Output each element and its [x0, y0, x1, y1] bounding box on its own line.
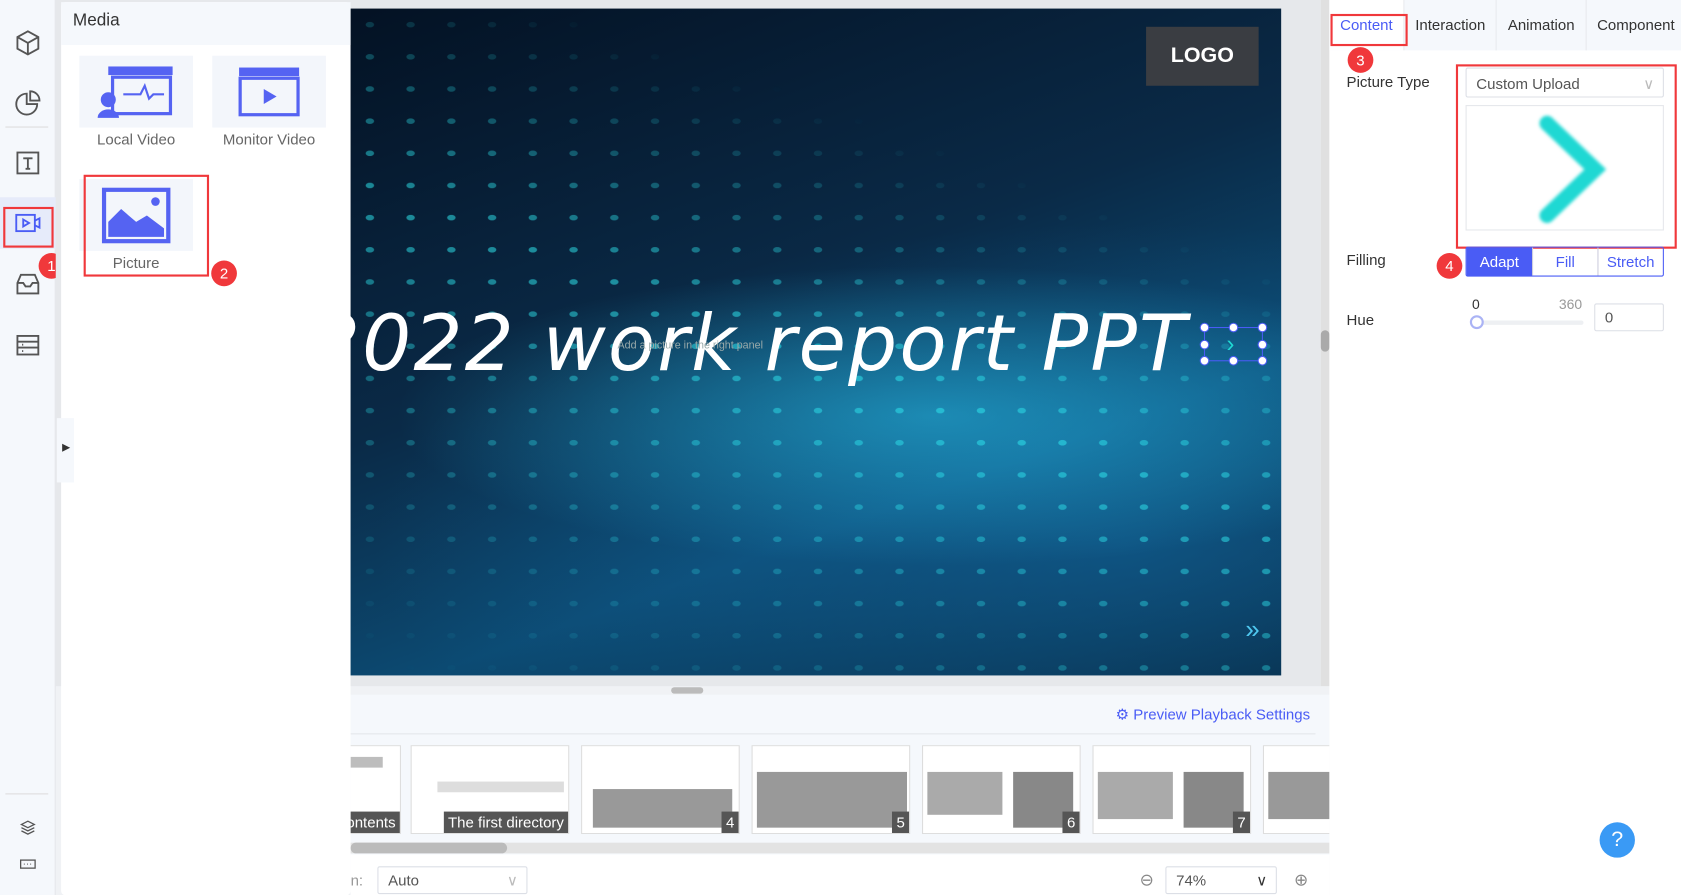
- slide-thumbnail[interactable]: 5: [751, 745, 911, 835]
- hue-input-value: 0: [1604, 308, 1614, 326]
- slide-thumbnail[interactable]: 4: [581, 745, 740, 835]
- slide-thumbnail[interactable]: 7: [1092, 745, 1252, 835]
- filling-adapt[interactable]: Adapt: [1466, 247, 1533, 276]
- editor: 1 2022 work report PPT Add a picture in …: [0, 0, 1681, 895]
- logo-box[interactable]: LOGO: [1146, 26, 1259, 86]
- pie-chart-icon: [15, 90, 41, 116]
- chart-tool[interactable]: [0, 77, 56, 128]
- preview-settings-label: Preview Playback Settings: [1133, 705, 1311, 723]
- thumbnail-label: The first directory: [443, 811, 569, 834]
- annotation-box-3: [1330, 13, 1408, 47]
- zoom-select[interactable]: 74% ∨: [1165, 866, 1277, 895]
- filling-segmented-control: Adapt Fill Stretch: [1465, 246, 1664, 277]
- thumbnail-label: 5: [892, 811, 910, 834]
- text-icon: [16, 151, 40, 175]
- selected-picture[interactable]: ›: [1199, 322, 1268, 366]
- picture-type-label: Picture Type: [1346, 72, 1430, 91]
- thumbnail-label: ontents: [350, 811, 400, 834]
- mode-value: Auto: [388, 871, 419, 889]
- picture-placeholder-hint: Add a picture in the right panel: [617, 339, 763, 352]
- thumbnail-scrollbar[interactable]: [350, 842, 1330, 854]
- media-item-local-video[interactable]: Local Video: [79, 55, 193, 148]
- slide-thumbnail[interactable]: The first directory: [410, 745, 570, 835]
- annotation-box-1: [3, 206, 54, 248]
- chevron-right-icon: ›: [1226, 330, 1235, 358]
- thumbnail-label: 6: [1062, 811, 1080, 834]
- left-toolbar: 1: [0, 0, 65, 895]
- thumbnail-panel: ⚙ Preview Playback Settings ontents The …: [350, 694, 1330, 895]
- list-icon: [16, 334, 40, 356]
- caret-right-icon: ▶: [62, 441, 71, 454]
- annotation-box-3b: [1455, 64, 1677, 249]
- zoom-value: 74%: [1176, 871, 1207, 889]
- cube-icon: [16, 30, 40, 56]
- thumbnail-label: 7: [1233, 811, 1251, 834]
- annotation-badge-3: 3: [1347, 47, 1374, 73]
- divider: [5, 126, 49, 128]
- hue-min: 0: [1471, 295, 1480, 312]
- filling-fill[interactable]: Fill: [1532, 247, 1597, 276]
- text-tool[interactable]: [0, 137, 56, 188]
- local-video-icon: [97, 65, 173, 118]
- mode-select[interactable]: Auto ∨: [377, 866, 528, 895]
- media-panel: Media Local Video Monitor Video Picture …: [61, 2, 351, 895]
- keyboard-icon: [19, 859, 36, 869]
- layers-icon: [20, 820, 36, 835]
- slide-canvas[interactable]: 2022 work report PPT Add a picture in th…: [268, 8, 1282, 676]
- slide-thumbnail[interactable]: ontents: [350, 745, 401, 835]
- mode-label: n:: [350, 871, 364, 889]
- media-item-label: Monitor Video: [222, 130, 316, 148]
- tab-animation[interactable]: Animation: [1497, 0, 1587, 51]
- annotation-badge-2: 2: [211, 260, 237, 287]
- divider: [5, 793, 49, 795]
- container-tool[interactable]: [0, 258, 56, 309]
- chevron-down-icon: ∨: [1256, 871, 1268, 889]
- canvas-vscroll[interactable]: [1320, 0, 1330, 687]
- annotation-badge-4: 4: [1436, 253, 1463, 279]
- tab-interaction[interactable]: Interaction: [1405, 0, 1498, 51]
- hue-label: Hue: [1346, 310, 1375, 329]
- table-tool[interactable]: [0, 319, 56, 370]
- annotation-box-2: [83, 174, 210, 277]
- media-panel-title: Media: [61, 2, 351, 46]
- help-button[interactable]: ?: [1599, 822, 1635, 858]
- slide-thumbnail[interactable]: [1262, 745, 1330, 835]
- gear-icon: ⚙: [1115, 705, 1134, 723]
- collapse-panel-button[interactable]: ▶: [56, 418, 74, 483]
- slide-thumbnail[interactable]: 6: [922, 745, 1081, 835]
- zoom-out-icon[interactable]: ⊖: [1140, 869, 1154, 890]
- preview-playback-settings-link[interactable]: ⚙ Preview Playback Settings: [1116, 705, 1311, 723]
- next-icon[interactable]: »: [1245, 615, 1259, 645]
- thumbnail-strip: ontents The first directory 4 5 6 7: [350, 745, 1330, 835]
- filling-stretch[interactable]: Stretch: [1597, 247, 1662, 276]
- thumbnail-label: 4: [721, 811, 739, 834]
- media-item-label: Local Video: [97, 130, 176, 148]
- 3d-model-tool[interactable]: [0, 17, 56, 68]
- monitor-video-icon: [238, 67, 300, 116]
- hue-slider-handle[interactable]: [1469, 315, 1484, 330]
- zoom-in-icon[interactable]: ⊕: [1294, 869, 1308, 890]
- properties-panel: Content Interaction Animation Component …: [1329, 0, 1681, 895]
- hue-max: 360: [1558, 295, 1583, 312]
- inbox-icon: [16, 273, 40, 295]
- hue-input[interactable]: 0: [1594, 303, 1664, 332]
- chevron-down-icon: ∨: [506, 871, 518, 889]
- tab-component[interactable]: Component: [1586, 0, 1681, 50]
- keyboard-shortcuts-button[interactable]: [0, 843, 56, 886]
- canvas-hscroll-thumb[interactable]: [671, 687, 704, 694]
- media-item-monitor-video[interactable]: Monitor Video: [212, 55, 326, 148]
- filling-label: Filling: [1346, 250, 1386, 269]
- hue-slider[interactable]: [1469, 315, 1584, 330]
